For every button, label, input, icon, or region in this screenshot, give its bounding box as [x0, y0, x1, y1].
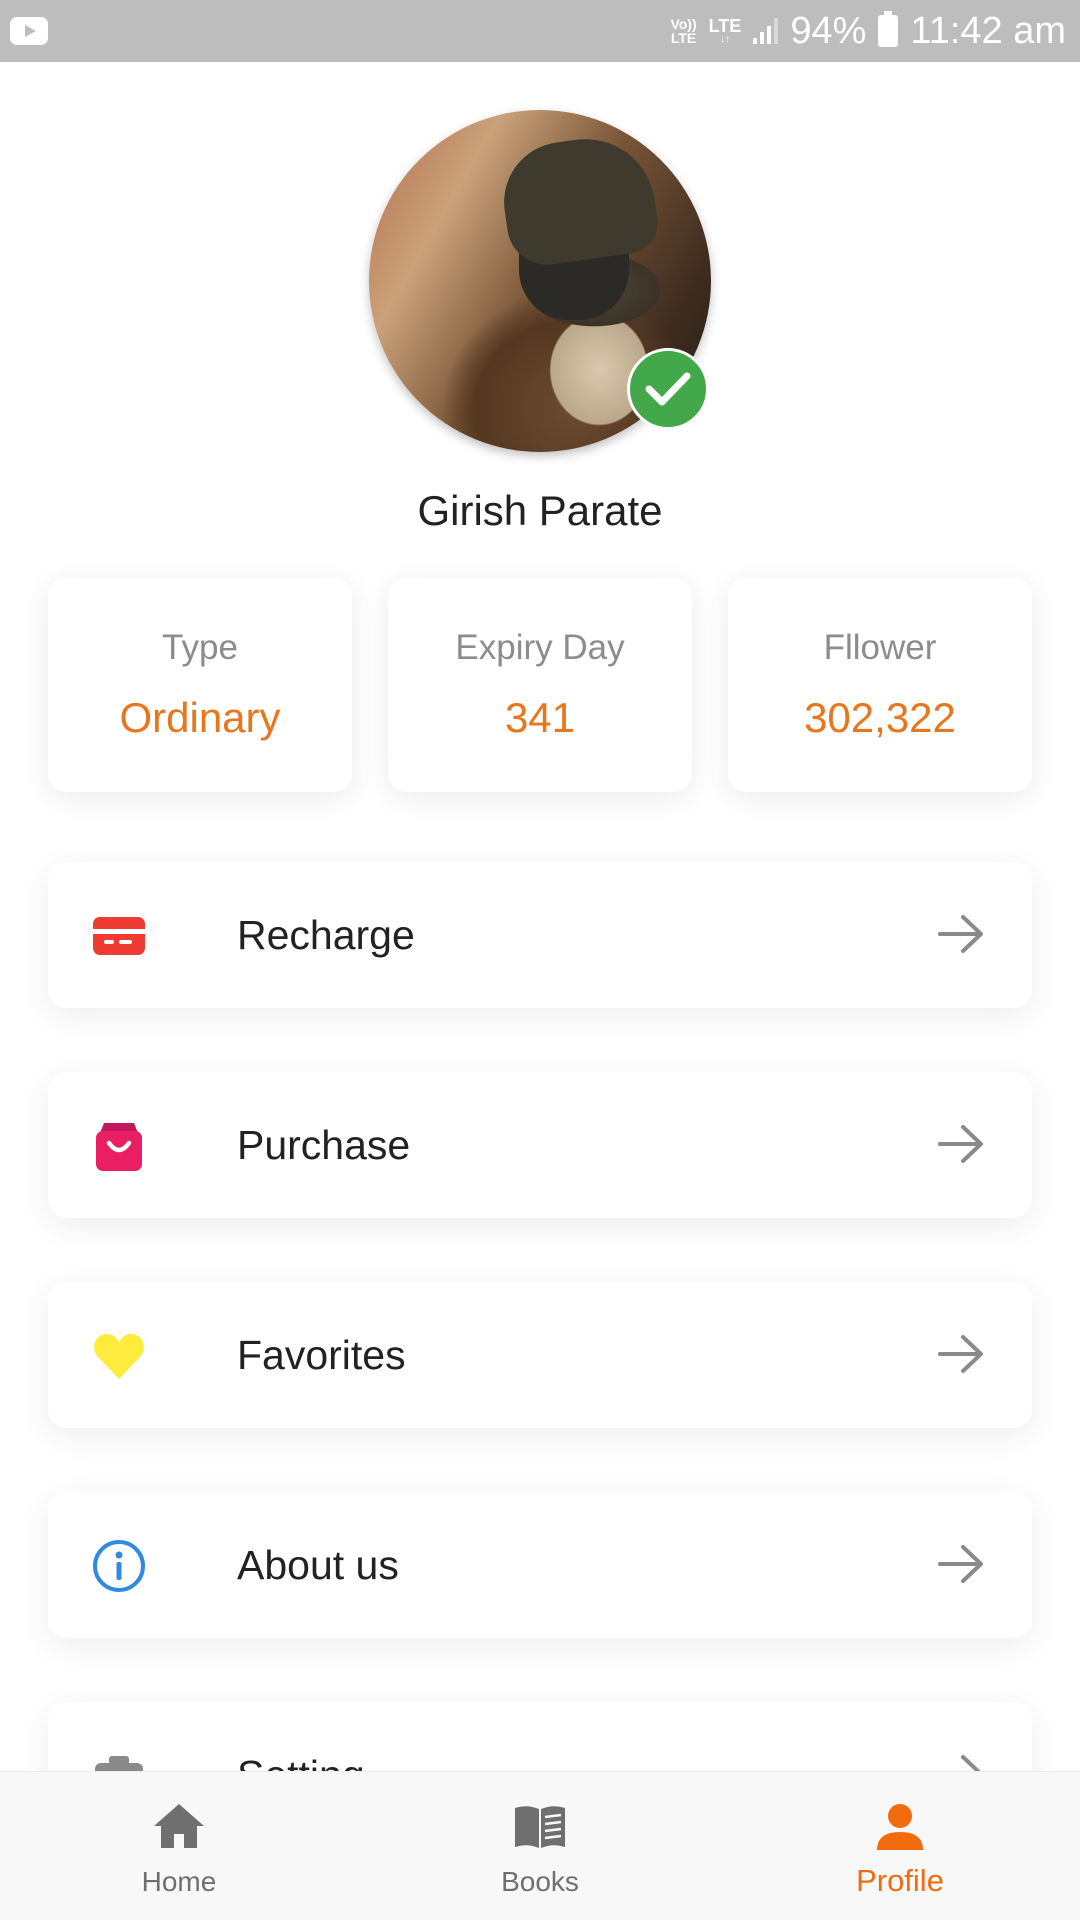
- network-indicator: LTE ↓↑: [708, 16, 742, 45]
- stat-value: 341: [504, 694, 576, 741]
- bottom-navigation: Home Books Profile: [0, 1771, 1080, 1920]
- clock: 11:42 am: [910, 9, 1066, 52]
- nav-label: Profile: [856, 1863, 944, 1898]
- stat-value: Ordinary: [119, 694, 281, 741]
- verified-check-icon: [627, 348, 709, 430]
- arrow-right-icon: [938, 1545, 983, 1583]
- volte-line1: Vo)): [670, 16, 697, 32]
- nav-home[interactable]: Home: [79, 1772, 279, 1920]
- status-bar: Vo)) LTE LTE ↓↑ 94% 11:42 am: [0, 0, 1080, 62]
- menu-label: About us: [237, 1542, 399, 1588]
- user-name: Girish Parate: [417, 487, 663, 534]
- arrow-right-icon: [938, 915, 983, 953]
- menu-item-purchase[interactable]: Purchase: [48, 1072, 1032, 1218]
- menu-item-recharge[interactable]: Recharge: [48, 862, 1032, 1008]
- youtube-icon: [10, 17, 48, 45]
- battery-icon: [878, 11, 899, 47]
- arrow-right-icon: [938, 1335, 983, 1373]
- stat-card-type: Type Ordinary: [48, 578, 352, 792]
- stat-value: 302,322: [804, 694, 956, 741]
- info-icon: [93, 1540, 145, 1592]
- signal-icon: [753, 18, 779, 44]
- stat-label: Fllower: [823, 628, 937, 667]
- stat-card-expiry: Expiry Day 341: [388, 578, 692, 792]
- menu-item-favorites[interactable]: Favorites: [48, 1282, 1032, 1428]
- nav-profile[interactable]: Profile: [800, 1772, 1000, 1920]
- arrow-right-icon: [938, 1125, 983, 1163]
- network-label: LTE: [708, 16, 742, 36]
- menu-label: Favorites: [237, 1332, 406, 1378]
- nav-label: Books: [501, 1866, 579, 1897]
- home-icon: [154, 1804, 204, 1848]
- shopping-bag-icon: [96, 1123, 142, 1171]
- battery-percent: 94%: [790, 9, 867, 52]
- stat-card-follower: Fllower 302,322: [728, 578, 1032, 792]
- menu-label: Recharge: [237, 912, 415, 958]
- nav-label: Home: [141, 1866, 217, 1897]
- person-icon: [877, 1804, 923, 1850]
- volte-line2: LTE: [670, 30, 697, 46]
- status-icons: Vo)) LTE LTE ↓↑ 94% 11:42 am: [670, 0, 1066, 62]
- volte-indicator: Vo)) LTE: [670, 17, 696, 45]
- menu-item-about-us[interactable]: About us: [48, 1492, 1032, 1638]
- book-icon: [515, 1806, 565, 1848]
- menu-label: Purchase: [237, 1122, 411, 1168]
- card-icon: [93, 917, 145, 955]
- heart-icon: [94, 1334, 144, 1379]
- stat-label: Expiry Day: [455, 628, 625, 667]
- avatar-container[interactable]: [369, 110, 711, 452]
- stat-label: Type: [162, 628, 238, 667]
- nav-books[interactable]: Books: [440, 1772, 640, 1920]
